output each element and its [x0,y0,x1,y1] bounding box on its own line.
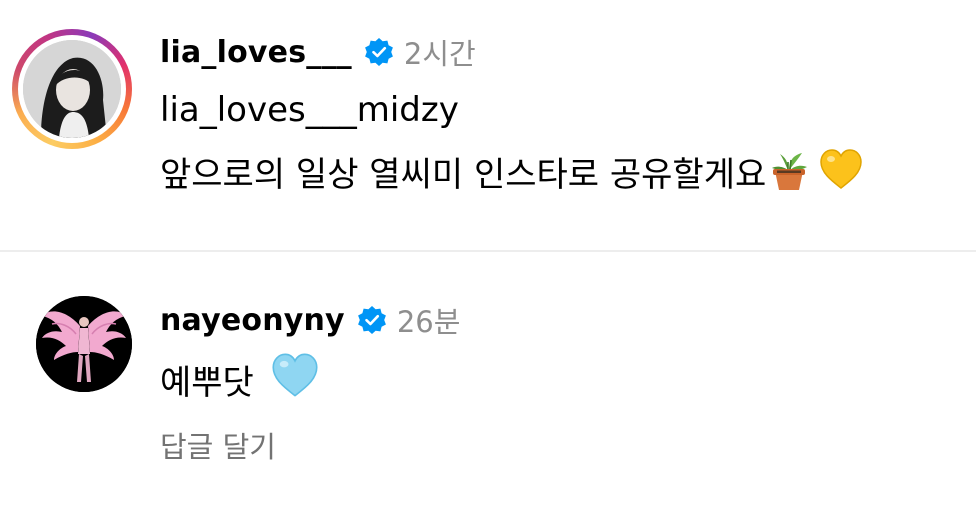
comment-time: 26분 [396,305,461,339]
light-blue-heart-emoji-icon [270,350,320,409]
story-ring[interactable] [12,29,132,149]
commenter-username[interactable]: nayeonyny [160,303,345,338]
caption-line-2: 앞으로의 일상 열씨미 인스타로 공유할게요 [160,146,864,201]
comment-header: nayeonyny 26분 [160,298,460,342]
divider [0,250,976,252]
reply-button[interactable]: 답글 달기 [160,424,276,466]
avatar-image [23,40,121,138]
comment-body: 예뿌닷 [160,350,320,409]
comment-text: 예뿌닷 [160,363,254,403]
caption-line-1: lia_loves___midzy [160,90,459,130]
yellow-heart-emoji-icon [818,146,864,201]
caption-line-2-text: 앞으로의 일상 열씨미 인스타로 공유할게요 [160,155,767,195]
post-time: 2시간 [403,37,476,71]
avatar-ring-inner [18,35,126,143]
commenter-avatar-image [36,296,132,392]
avatar[interactable] [23,40,121,138]
verified-badge-icon [364,37,394,67]
verified-badge-icon [357,305,387,335]
caption-header: lia_loves___ 2시간 [160,30,476,74]
potted-plant-emoji-icon [766,146,812,201]
commenter-avatar[interactable] [36,296,132,392]
username[interactable]: lia_loves___ [160,35,352,70]
caption-post: lia_loves___ 2시간 lia_loves___midzy 앞으로의 … [0,0,976,250]
